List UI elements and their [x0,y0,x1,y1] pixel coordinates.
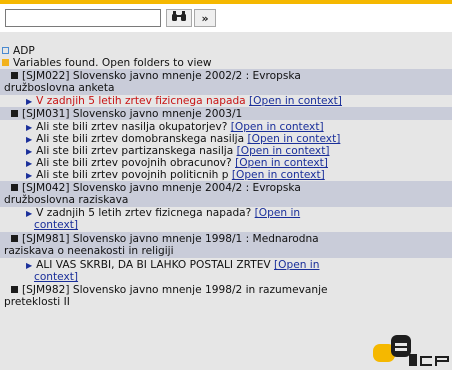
group-title-cont[interactable]: preteklosti II [4,296,70,308]
folder-bullet-icon [2,59,9,66]
status-text: Variables found. Open folders to view [13,57,212,69]
arrow-right-icon: ▶ [26,209,33,218]
arrow-right-icon: ▶ [26,97,33,106]
adp-logo [373,334,452,370]
arrow-right-icon: ▶ [26,261,33,270]
open-in-context-link[interactable]: context] [34,271,78,283]
table-icon [11,286,18,293]
list-item-cont: context] [34,219,78,231]
find-button[interactable] [166,9,192,27]
table-icon [11,184,18,191]
double-chevron-right-icon: » [201,11,209,25]
group-title-cont[interactable]: družboslovna raziskava [4,194,128,206]
expand-plus-icon[interactable] [2,47,9,54]
status-line: Variables found. Open folders to view [2,57,212,69]
open-in-context-link[interactable]: [Open in [255,207,300,219]
results-tree-panel: ADP Variables found. Open folders to vie… [0,32,452,370]
tree-root-label: ADP [13,45,35,57]
group-title[interactable]: [SJM981] Slovensko javno mnenje 1998/1 :… [11,233,319,245]
arrow-right-icon: ▶ [26,123,33,132]
open-in-context-link[interactable]: [Open in context] [247,133,340,145]
group-title[interactable]: [SJM982] Slovensko javno mnenje 1998/2 i… [11,284,328,296]
arrow-right-icon: ▶ [26,147,33,156]
search-toolbar: » [0,4,452,32]
next-result-button[interactable]: » [194,9,216,27]
list-item-cont: context] [34,271,78,283]
group-title-cont[interactable]: družboslovna anketa [4,82,114,94]
open-in-context-link[interactable]: [Open in context] [249,95,342,107]
open-in-context-link[interactable]: [Open in context] [231,121,324,133]
open-in-context-link[interactable]: context] [34,219,78,231]
open-in-context-link[interactable]: [Open in context] [237,145,330,157]
search-input[interactable] [5,9,161,27]
group-title-cont[interactable]: raziskava o neenakosti in religiji [4,245,174,257]
arrow-right-icon: ▶ [26,135,33,144]
binoculars-icon [171,11,187,25]
group-title[interactable]: [SJM022] Slovensko javno mnenje 2002/2 :… [11,70,301,82]
open-in-context-link[interactable]: [Open in context] [232,169,325,181]
open-in-context-link[interactable]: [Open in context] [235,157,328,169]
table-icon [11,235,18,242]
table-icon [11,72,18,79]
open-in-context-link[interactable]: [Open in [274,259,319,271]
table-icon [11,110,18,117]
group-title[interactable]: [SJM031] Slovensko javno mnenje 2003/1 [11,108,242,120]
group-title[interactable]: [SJM042] Slovensko javno mnenje 2004/2 :… [11,182,301,194]
tree-root[interactable]: ADP [2,45,35,57]
arrow-right-icon: ▶ [26,171,33,180]
arrow-right-icon: ▶ [26,159,33,168]
